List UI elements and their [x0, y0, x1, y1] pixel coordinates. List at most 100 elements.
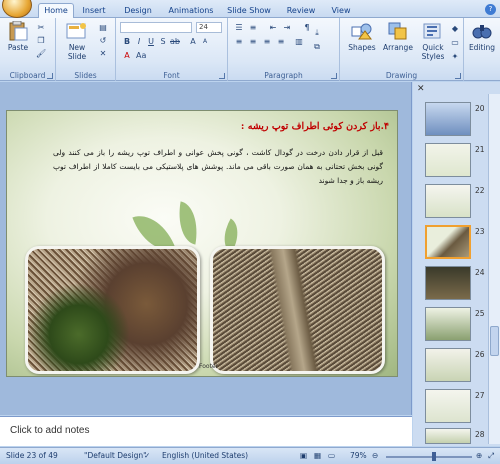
shape-fill-icon[interactable]: ◆	[450, 24, 460, 34]
font-color-icon[interactable]: A	[122, 51, 132, 61]
shapes-button[interactable]: Shapes	[346, 21, 378, 52]
office-button[interactable]	[2, 0, 32, 18]
slide-number: 24	[475, 268, 485, 277]
shape-outline-icon[interactable]: ▭	[450, 38, 460, 48]
quick-styles-button[interactable]: Quick Styles	[416, 21, 448, 61]
slide-canvas[interactable]: ۴.باز کردن کوئی اطراف توپ ریشه : قبل از …	[6, 110, 398, 377]
editing-label: Editing	[468, 43, 496, 52]
status-bar: Slide 23 of 49 "Default Design" ✓ Englis…	[0, 447, 500, 464]
paste-icon	[7, 20, 29, 41]
bullets-icon[interactable]: ☰	[234, 23, 244, 33]
paste-label: Paste	[7, 43, 29, 52]
new-slide-icon	[66, 21, 88, 41]
grow-font-icon[interactable]: A	[188, 37, 198, 47]
layout-icon[interactable]: ▤	[98, 23, 108, 33]
tab-view[interactable]: View	[328, 4, 354, 18]
editing-button[interactable]: Editing	[466, 21, 498, 52]
slides-group-label: Slides	[74, 71, 97, 80]
zoom-slider[interactable]	[386, 456, 472, 458]
slide-thumbnail-selected[interactable]	[425, 225, 471, 259]
justify-icon[interactable]: ≡	[276, 37, 286, 47]
shrink-font-icon[interactable]: A	[200, 37, 210, 47]
slide-thumbnail[interactable]	[425, 428, 471, 444]
align-right-icon[interactable]: ≡	[262, 37, 272, 47]
delete-slide-icon[interactable]: ✕	[98, 49, 108, 59]
scrollbar-thumb[interactable]	[490, 326, 499, 356]
slide-thumbnail[interactable]	[425, 266, 471, 300]
slide-number: 27	[475, 391, 485, 400]
paste-button[interactable]: Paste	[4, 20, 32, 52]
paragraph-launcher-icon[interactable]	[331, 73, 337, 79]
tab-home[interactable]: Home	[38, 3, 74, 19]
reset-icon[interactable]: ↺	[98, 36, 108, 46]
close-pane-icon[interactable]: ✕	[417, 84, 425, 94]
help-icon[interactable]: ?	[485, 4, 496, 15]
underline-icon[interactable]: U	[146, 37, 156, 47]
slide-sorter-icon[interactable]: ▦	[314, 451, 321, 460]
new-slide-button[interactable]: New Slide	[62, 21, 92, 61]
language[interactable]: English (United States)	[162, 451, 248, 460]
slide-thumbnail[interactable]	[425, 307, 471, 341]
slide-number: 26	[475, 350, 485, 359]
tab-insert[interactable]: Insert	[80, 4, 108, 18]
format-painter-icon[interactable]: 🖌	[36, 49, 46, 59]
strikethrough-icon[interactable]: ab	[170, 37, 180, 47]
arrange-button[interactable]: Arrange	[378, 21, 418, 52]
tab-design[interactable]: Design	[122, 4, 154, 18]
root-ball-photo-right[interactable]	[210, 246, 385, 374]
clipboard-launcher-icon[interactable]	[47, 73, 53, 79]
normal-view-icon[interactable]: ▣	[300, 451, 307, 460]
paragraph-group-label: Paragraph	[264, 71, 303, 80]
smartart-icon[interactable]: ⧉	[312, 42, 322, 52]
slide-title[interactable]: ۴.باز کردن کوئی اطراف توپ ریشه :	[241, 121, 389, 132]
tab-slide-show[interactable]: Slide Show	[226, 4, 272, 18]
drawing-group: Shapes Arrange Quick Styles ◆ ▭ ✦ Drawin…	[340, 18, 464, 81]
spell-check-icon[interactable]: ✓	[144, 451, 150, 460]
font-launcher-icon[interactable]	[219, 73, 225, 79]
drawing-launcher-icon[interactable]	[455, 73, 461, 79]
italic-icon[interactable]: I	[134, 37, 144, 47]
copy-icon[interactable]: ❐	[36, 36, 46, 46]
font-name-box[interactable]	[120, 22, 192, 33]
align-left-icon[interactable]: ≡	[234, 37, 244, 47]
editing-group: Editing	[464, 18, 500, 81]
font-size-box[interactable]: 24	[196, 22, 222, 33]
zoom-level[interactable]: 79%	[350, 451, 367, 460]
slide-thumbnail[interactable]	[425, 102, 471, 136]
rtl-icon[interactable]: ¶	[302, 23, 312, 33]
slide-number: 21	[475, 145, 485, 154]
shape-effects-icon[interactable]: ✦	[450, 52, 460, 62]
zoom-out-icon[interactable]: ⊖	[372, 451, 378, 460]
clear-format-icon[interactable]: Aa	[136, 51, 146, 61]
binoculars-icon	[471, 21, 493, 41]
notes-placeholder[interactable]: Click to add notes	[10, 425, 90, 436]
cut-icon[interactable]: ✂	[36, 23, 46, 33]
zoom-slider-thumb[interactable]	[432, 452, 436, 461]
slide-number: 22	[475, 186, 485, 195]
slide-body-text[interactable]: قبل از قرار دادن درخت در گودال کاشت ، گو…	[53, 146, 383, 188]
shapes-label: Shapes	[348, 43, 376, 52]
align-center-icon[interactable]: ≡	[248, 37, 258, 47]
columns-icon[interactable]: ▥	[294, 37, 304, 47]
bold-icon[interactable]: B	[122, 37, 132, 47]
font-group-label: Font	[163, 71, 180, 80]
notes-pane[interactable]: Click to add notes	[0, 416, 412, 446]
decrease-indent-icon[interactable]: ⇤	[268, 23, 278, 33]
increase-indent-icon[interactable]: ⇥	[282, 23, 292, 33]
thumbnail-scrollbar[interactable]	[488, 94, 500, 444]
slide-thumbnail[interactable]	[425, 389, 471, 423]
numbering-icon[interactable]: ≡	[248, 23, 258, 33]
zoom-in-icon[interactable]: ⊕	[476, 451, 482, 460]
tab-review[interactable]: Review	[286, 4, 316, 18]
slide-thumbnail[interactable]	[425, 348, 471, 382]
theme-name: "Default Design"	[84, 451, 147, 460]
tab-animations[interactable]: Animations	[166, 4, 216, 18]
new-slide-label: New Slide	[67, 43, 87, 61]
fit-to-window-icon[interactable]: ⤢	[488, 451, 494, 461]
slide-thumbnail[interactable]	[425, 143, 471, 177]
text-direction-icon[interactable]: ⤓	[312, 28, 322, 38]
slide-thumbnail[interactable]	[425, 184, 471, 218]
root-ball-photo-left[interactable]	[25, 246, 200, 374]
slide-show-icon[interactable]: ▭	[328, 451, 335, 460]
shadow-icon[interactable]: S	[158, 37, 168, 47]
